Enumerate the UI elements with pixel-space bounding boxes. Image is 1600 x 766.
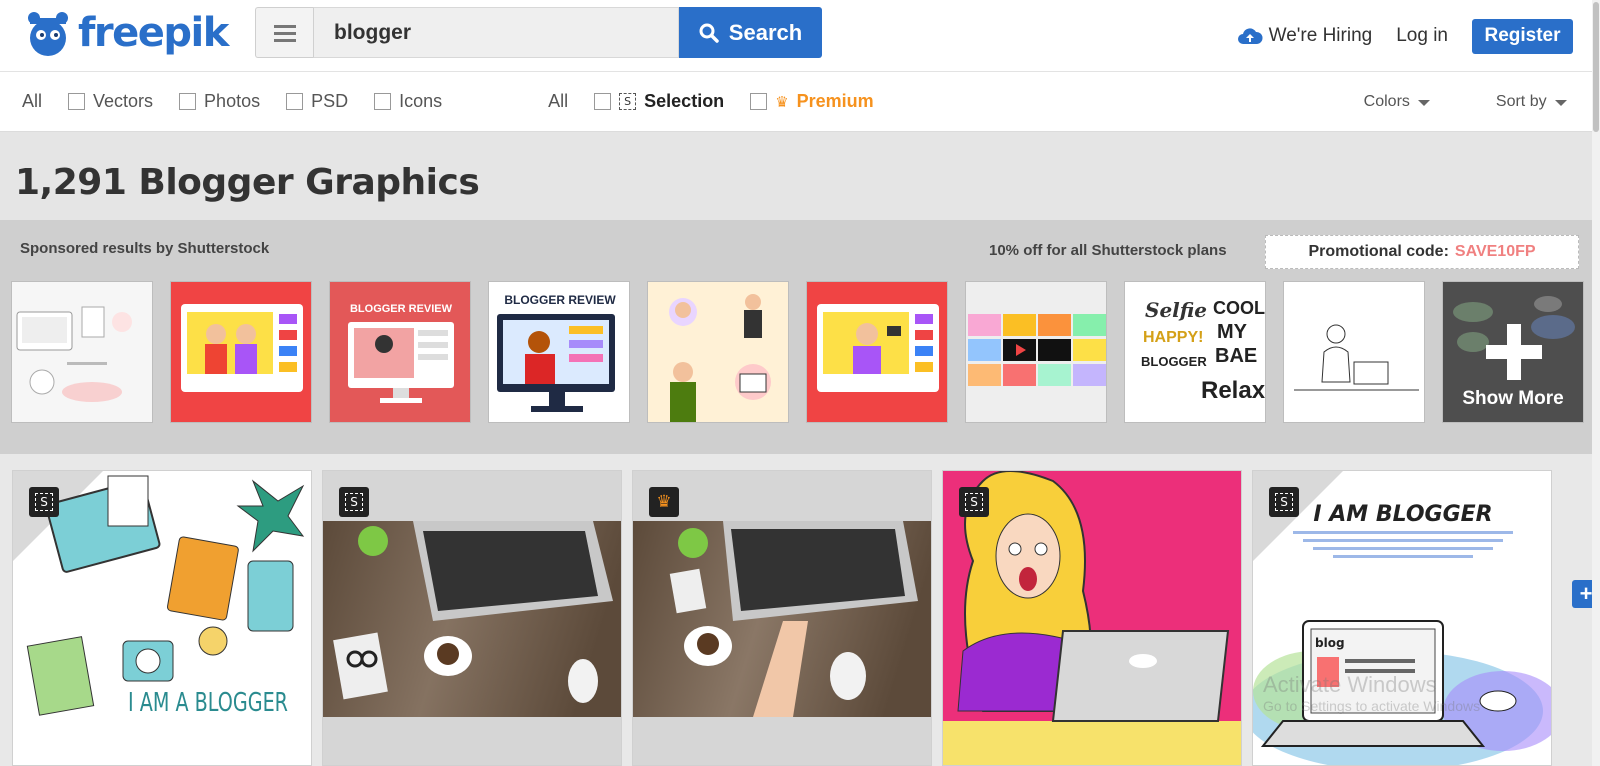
thumb-text: COOL! xyxy=(1213,298,1266,318)
premium-checkbox[interactable] xyxy=(750,93,768,110)
page-scrollbar[interactable] xyxy=(1592,0,1600,766)
filter-type-all[interactable]: All xyxy=(22,91,42,112)
filter-premium[interactable]: ♛ Premium xyxy=(750,91,874,112)
photos-label: Photos xyxy=(204,91,261,111)
card-text: I AM A BLOGGER xyxy=(128,688,288,718)
sponsored-thumb[interactable]: BLOGGER REVIEW xyxy=(488,281,630,423)
vectors-label: Vectors xyxy=(93,91,154,111)
sponsored-thumb[interactable] xyxy=(806,281,948,423)
sponsored-thumb[interactable] xyxy=(11,281,153,423)
login-link[interactable]: Log in xyxy=(1396,25,1448,47)
thumb-text: HAPPY! xyxy=(1143,329,1203,346)
show-more-label: Show More xyxy=(1462,388,1564,409)
thumb-text: BAE xyxy=(1215,345,1257,367)
filter-type-all-label: All xyxy=(22,91,43,111)
selection-badge: S xyxy=(1269,487,1299,517)
hiring-label: We're Hiring xyxy=(1268,25,1373,46)
sponsored-thumb[interactable] xyxy=(965,281,1107,423)
filter-photos[interactable]: Photos xyxy=(179,91,260,112)
card-text: blog xyxy=(1315,636,1345,650)
sort-label: Sort by xyxy=(1495,92,1547,110)
selection-checkbox[interactable] xyxy=(594,93,612,110)
promo-code: SAVE10FP xyxy=(1454,243,1536,260)
hiring-link[interactable]: We're Hiring xyxy=(1237,25,1373,47)
search-icon xyxy=(699,23,719,43)
filter-selection[interactable]: S Selection xyxy=(594,91,724,112)
card-title: I AM BLOGGER xyxy=(1313,502,1492,527)
sponsored-section: Sponsored results by Shutterstock 10% of… xyxy=(0,220,1600,454)
promo-code-box[interactable]: Promotional code: SAVE10FP xyxy=(1265,235,1579,269)
search-button-label: Search xyxy=(728,19,803,45)
premium-badge: ♛ xyxy=(649,487,679,517)
result-card[interactable]: S I AM A BLOGGER xyxy=(12,470,312,766)
filter-psd[interactable]: PSD xyxy=(286,91,348,112)
psd-label: PSD xyxy=(311,91,349,111)
selection-icon: S xyxy=(35,493,53,511)
premium-label: Premium xyxy=(796,91,874,111)
thumb-text: BLOGGER REVIEW xyxy=(350,303,453,315)
sort-dropdown[interactable]: Sort by xyxy=(1496,93,1567,111)
result-card[interactable]: S xyxy=(942,470,1242,766)
hamburger-icon xyxy=(273,24,296,42)
selection-badge: S xyxy=(29,487,59,517)
sponsored-thumb[interactable] xyxy=(170,281,312,423)
result-card[interactable]: S I AM BLOGGER blog xyxy=(1252,470,1552,766)
search-input[interactable] xyxy=(313,7,679,58)
selection-icon: S xyxy=(619,93,637,110)
selection-icon: S xyxy=(345,493,363,511)
header-actions: We're Hiring Log in Register xyxy=(1237,0,1600,72)
thumb-text: MY xyxy=(1217,321,1248,343)
chevron-down-icon xyxy=(1417,100,1430,106)
colors-label: Colors xyxy=(1363,92,1410,110)
selection-icon: S xyxy=(1275,493,1293,511)
vectors-checkbox[interactable] xyxy=(68,93,86,110)
search-bar: Search xyxy=(255,7,825,58)
selection-badge: S xyxy=(959,487,989,517)
freepik-logo[interactable]: freepik xyxy=(20,5,229,61)
license-all-label: All xyxy=(548,91,569,111)
filter-license-all[interactable]: All xyxy=(548,91,568,112)
menu-button[interactable] xyxy=(255,7,313,58)
sponsored-offer[interactable]: 10% off for all Shutterstock plans xyxy=(989,242,1227,259)
top-header: freepik Search xyxy=(0,0,1600,72)
psd-checkbox[interactable] xyxy=(286,93,304,110)
colors-dropdown[interactable]: Colors xyxy=(1364,93,1430,111)
selection-label: Selection xyxy=(644,91,725,111)
sponsored-thumb[interactable] xyxy=(647,281,789,423)
thumb-text: BLOGGER REVIEW xyxy=(504,293,616,307)
results-grid: S I AM A BLOGGER S ♛ S S I AM BLOGGER bl… xyxy=(0,454,1600,766)
show-more-button[interactable]: Show More xyxy=(1442,281,1584,423)
selection-badge: S xyxy=(339,487,369,517)
result-card[interactable]: S xyxy=(322,470,622,766)
promo-label: Promotional code: xyxy=(1308,243,1449,260)
thumb-text: Selfie xyxy=(1145,298,1207,322)
sponsored-thumbnails: BLOGGER REVIEW BLOGGER REVIEW Selfie COO… xyxy=(11,281,1584,423)
crown-icon: ♛ xyxy=(775,93,789,111)
filter-bar: All Vectors Photos PSD Icons All S Selec… xyxy=(0,72,1600,132)
sponsored-label: Sponsored results by Shutterstock xyxy=(20,240,270,257)
sponsored-thumb[interactable]: BLOGGER REVIEW xyxy=(329,281,471,423)
thumb-text: BLOGGER xyxy=(1141,354,1207,369)
thumb-text: Relax xyxy=(1201,377,1266,404)
logo-wordmark: freepik xyxy=(78,10,229,56)
sponsored-thumb[interactable] xyxy=(1283,281,1425,423)
results-header: 1,291 Blogger Graphics xyxy=(0,132,1600,220)
sponsored-thumb[interactable]: Selfie COOL! HAPPY! MY BAE BLOGGER Relax xyxy=(1124,281,1266,423)
filter-vectors[interactable]: Vectors xyxy=(68,91,153,112)
selection-icon: S xyxy=(965,493,983,511)
cloud-upload-icon xyxy=(1237,28,1263,44)
freepik-logo-icon xyxy=(20,8,76,58)
page-title: 1,291 Blogger Graphics xyxy=(15,162,480,203)
icons-checkbox[interactable] xyxy=(374,93,392,110)
register-button[interactable]: Register xyxy=(1472,18,1573,54)
scrollbar-thumb[interactable] xyxy=(1593,2,1599,132)
search-button[interactable]: Search xyxy=(679,7,822,58)
photos-checkbox[interactable] xyxy=(179,93,197,110)
result-card[interactable]: ♛ xyxy=(632,470,932,766)
filter-icons[interactable]: Icons xyxy=(374,91,442,112)
crown-icon: ♛ xyxy=(656,492,672,511)
chevron-down-icon xyxy=(1554,100,1567,106)
freepik-search-page: freepik Search xyxy=(0,0,1600,766)
icons-label: Icons xyxy=(399,91,443,111)
